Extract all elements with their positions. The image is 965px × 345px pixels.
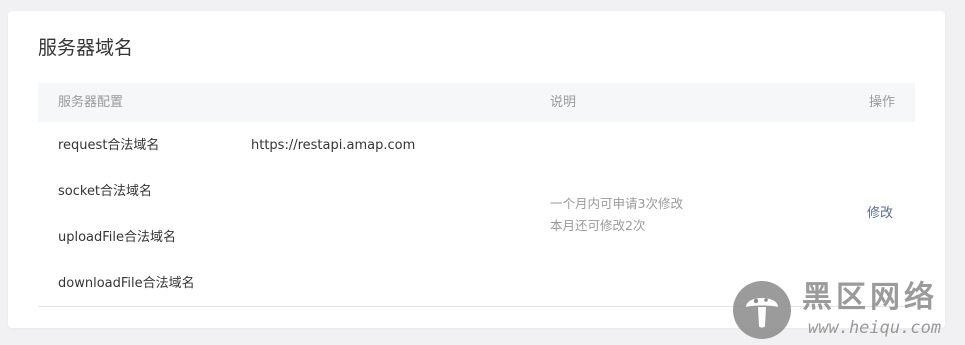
table-header: 服务器配置 说明 操作 (38, 83, 915, 122)
watermark: 黑区网络 www.heiqu.com (728, 278, 958, 342)
request-domain-value: https://restapi.amap.com (251, 138, 416, 153)
description-line-2: 本月还可修改2次 (550, 218, 646, 233)
modification-description: 一个月内可申请3次修改 本月还可修改2次 (550, 193, 683, 237)
row-label-uploadfile: uploadFile合法域名 (58, 230, 177, 245)
row-label-request: request合法域名 (58, 138, 160, 153)
section-title: 服务器域名 (38, 37, 134, 59)
header-operations: 操作 (868, 95, 895, 110)
row-label-socket: socket合法域名 (58, 184, 153, 199)
row-label-downloadfile: downloadFile合法域名 (58, 276, 195, 291)
header-description: 说明 (550, 95, 577, 110)
description-line-1: 一个月内可申请3次修改 (550, 196, 683, 211)
watermark-domain-text: www.heiqu.com (808, 318, 942, 338)
mushroom-logo-icon (733, 281, 791, 339)
watermark-chinese-text: 黑区网络 (802, 280, 938, 315)
header-config: 服务器配置 (58, 95, 124, 110)
edit-link[interactable]: 修改 (867, 205, 893, 223)
